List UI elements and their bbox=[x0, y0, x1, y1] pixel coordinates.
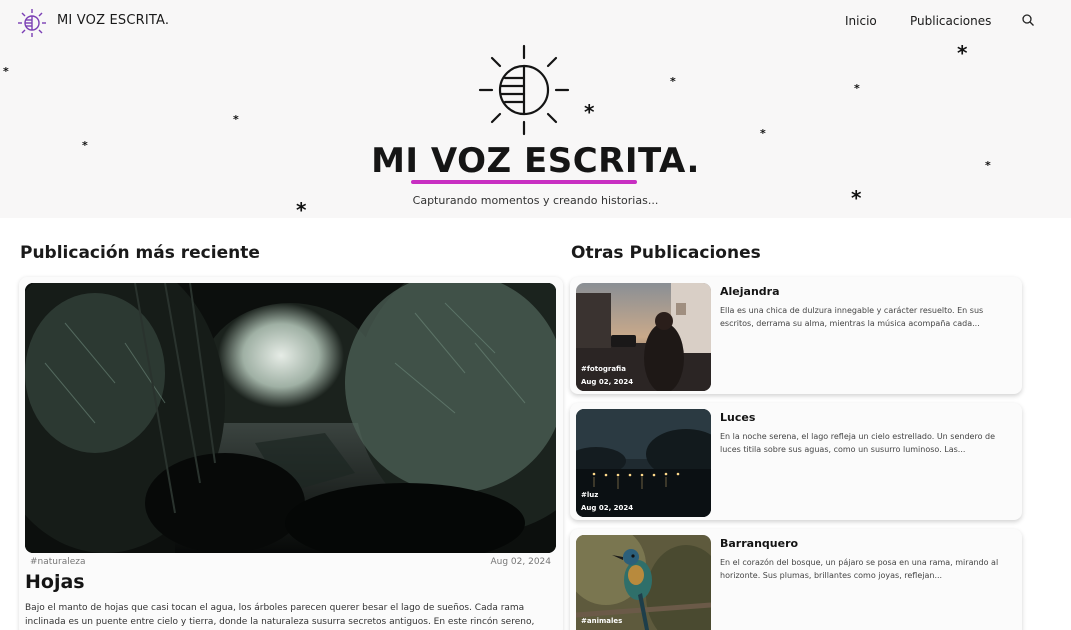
post-image[interactable]: #animales bbox=[576, 535, 711, 630]
featured-post-image[interactable] bbox=[25, 283, 556, 553]
star-decoration: * bbox=[670, 75, 676, 88]
post-tag[interactable]: #luz bbox=[581, 491, 598, 499]
hero-subtitle: Capturando momentos y creando historias.… bbox=[412, 194, 659, 207]
post-tag[interactable]: #animales bbox=[581, 617, 622, 625]
featured-post-card[interactable]: #naturaleza Aug 02, 2024 Hojas Bajo el m… bbox=[19, 277, 563, 630]
hero-title-underline bbox=[411, 180, 637, 184]
search-icon[interactable] bbox=[1021, 13, 1035, 27]
star-decoration: * bbox=[760, 127, 766, 140]
featured-post-date: Aug 02, 2024 bbox=[490, 557, 551, 567]
post-image[interactable]: #fotografia Aug 02, 2024 bbox=[576, 283, 711, 391]
nav-link-inicio[interactable]: Inicio bbox=[845, 14, 877, 28]
post-excerpt: En la noche serena, el lago refleja un c… bbox=[720, 432, 996, 454]
star-decoration: * bbox=[584, 100, 595, 124]
featured-post-title[interactable]: Hojas bbox=[25, 571, 85, 593]
post-excerpt: Ella es una chica de dulzura innegable y… bbox=[720, 306, 984, 328]
post-date: Aug 02, 2024 bbox=[581, 378, 634, 386]
section-title-others: Otras Publicaciones bbox=[571, 243, 761, 263]
post-tag[interactable]: #fotografia bbox=[581, 365, 626, 373]
section-title-latest: Publicación más reciente bbox=[20, 243, 260, 263]
sun-icon bbox=[478, 44, 570, 136]
nav-logo-text[interactable]: MI VOZ ESCRITA. bbox=[57, 13, 169, 28]
post-card[interactable]: #luz Aug 02, 2024 Luces En la noche sere… bbox=[570, 403, 1022, 520]
star-decoration: * bbox=[233, 113, 239, 126]
hero-title: MI VOZ ESCRITA. bbox=[371, 141, 700, 181]
post-card[interactable]: #animales Barranquero En el corazón del … bbox=[570, 529, 1022, 630]
post-card[interactable]: #fotografia Aug 02, 2024 Alejandra Ella … bbox=[570, 277, 1022, 394]
logo-icon[interactable] bbox=[16, 7, 48, 39]
featured-post-excerpt: Bajo el manto de hojas que casi tocan el… bbox=[25, 603, 535, 627]
star-decoration: * bbox=[3, 65, 9, 78]
post-title[interactable]: Luces bbox=[720, 411, 755, 424]
post-image[interactable]: #luz Aug 02, 2024 bbox=[576, 409, 711, 517]
nav-link-publicaciones[interactable]: Publicaciones bbox=[910, 14, 991, 28]
star-decoration: * bbox=[957, 41, 968, 65]
post-excerpt: En el corazón del bosque, un pájaro se p… bbox=[720, 558, 999, 580]
post-title[interactable]: Barranquero bbox=[720, 537, 798, 550]
hero-header: MI VOZ ESCRITA. Inicio Publicaciones * *… bbox=[0, 0, 1071, 220]
star-decoration: * bbox=[854, 82, 860, 95]
featured-post-tag[interactable]: #naturaleza bbox=[30, 557, 86, 567]
post-title[interactable]: Alejandra bbox=[720, 285, 780, 298]
post-date: Aug 02, 2024 bbox=[581, 504, 634, 512]
